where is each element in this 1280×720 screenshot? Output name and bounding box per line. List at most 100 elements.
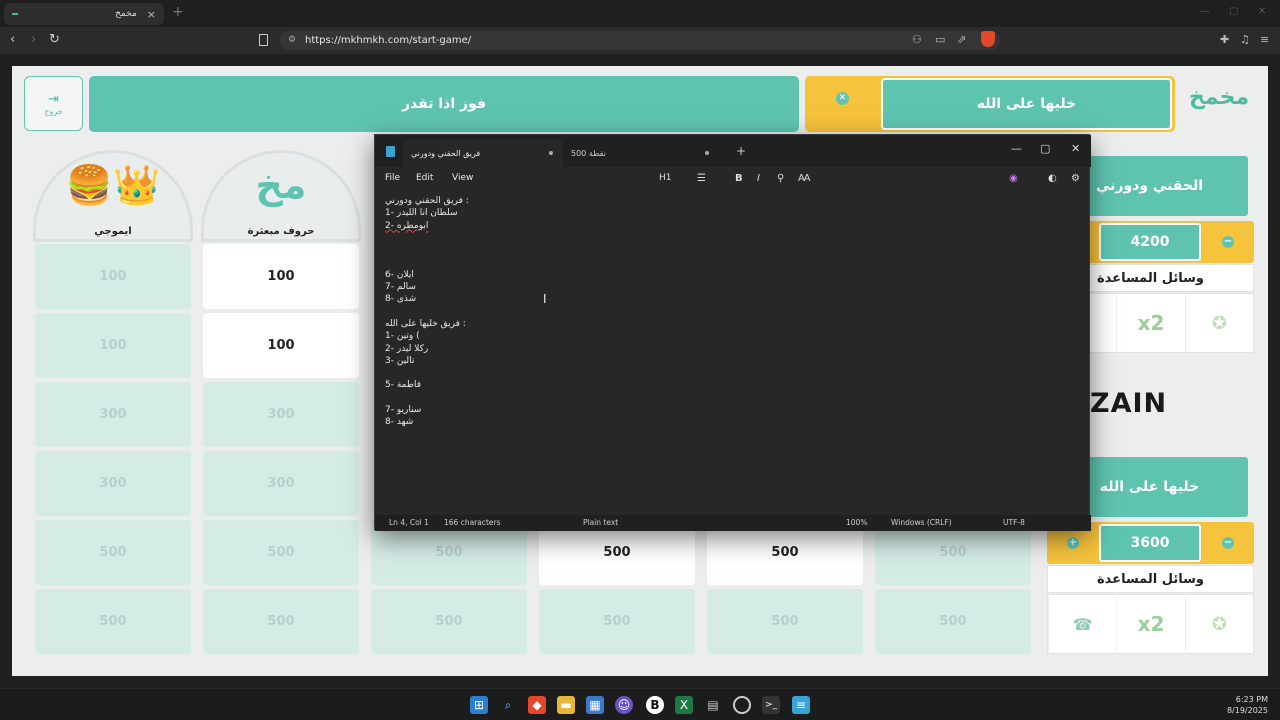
team-1-minus-button[interactable]: −	[1222, 236, 1234, 248]
notepad-line	[385, 367, 685, 379]
unsaved-dot-icon	[549, 151, 553, 155]
notepad-close-icon[interactable]: ✕	[1071, 142, 1080, 155]
notepad-minimize-icon[interactable]: —	[1011, 142, 1022, 155]
bold-app-icon[interactable]: B	[646, 696, 664, 714]
copilot-icon[interactable]: ◉	[1009, 173, 1018, 184]
notepad-tab-title: 500 نقطة	[571, 148, 606, 158]
windows-start-icon[interactable]: ⊞	[470, 696, 488, 714]
bold-button[interactable]: B	[735, 173, 743, 184]
question-cell[interactable]: 500	[539, 589, 695, 654]
search-icon[interactable]: ⌕	[499, 696, 517, 714]
bookmark-icon[interactable]	[259, 34, 268, 46]
browser-toolbar: ‹ › ↻ ⚙ https://mkhmkh.com/start-game/ ⚇…	[0, 27, 1280, 54]
cast-icon[interactable]: ▭	[935, 33, 945, 46]
tab-close-button[interactable]: ×	[147, 8, 156, 21]
notepad-tab-active[interactable]: فريق الحقني ودورني	[403, 139, 563, 167]
store-icon[interactable]: ▦	[586, 696, 604, 714]
media-icon[interactable]: ♫	[1240, 33, 1250, 46]
notepad-line: 7- سناريو	[385, 405, 422, 416]
character-count: 166 characters	[444, 518, 501, 527]
question-cell[interactable]: 500	[35, 589, 191, 654]
close-window-icon[interactable]: ✕	[1258, 6, 1266, 17]
italic-button[interactable]: I	[757, 173, 760, 184]
browser-tab-bar: مخمخ × + — ▢ ✕	[0, 0, 1280, 27]
menu-icon[interactable]: ≡	[1260, 33, 1269, 46]
notepad-tab-bar: فريق الحقني ودورني 500 نقطة + — ▢ ✕	[375, 135, 1091, 167]
settings-gear-icon[interactable]: ⚙	[1071, 173, 1080, 184]
clock-time: 6:23 PM	[1235, 695, 1268, 704]
link-icon[interactable]: ⚲	[777, 173, 784, 184]
double-points-button[interactable]: x2	[1116, 595, 1184, 653]
notepad-line: 8- شهد	[385, 417, 414, 428]
game-banner: فوز اذا تقدر	[89, 76, 799, 132]
clear-format-icon[interactable]: Ꜳ	[798, 173, 811, 184]
address-bar[interactable]: ⚙ https://mkhmkh.com/start-game/	[280, 31, 1000, 50]
maximize-icon[interactable]: ▢	[1229, 6, 1238, 17]
forward-button[interactable]: ›	[31, 32, 36, 47]
account-icon[interactable]: ◐	[1048, 173, 1057, 184]
question-cell[interactable]: 300	[203, 382, 359, 447]
question-cell[interactable]: 100	[35, 313, 191, 378]
question-cell[interactable]: 500	[35, 520, 191, 585]
question-cell[interactable]: 500	[707, 589, 863, 654]
discord-icon[interactable]: ☺	[615, 696, 633, 714]
file-explorer-icon[interactable]: ▬	[557, 696, 575, 714]
usb-icon[interactable]: ▤	[704, 696, 722, 714]
current-team-name: خليها على الله	[881, 78, 1172, 130]
notepad-window: فريق الحقني ودورني 500 نقطة + — ▢ ✕ File…	[374, 134, 1091, 531]
site-info-icon[interactable]: ⚙	[288, 31, 296, 50]
timer-icon[interactable]: ✪	[1184, 294, 1253, 352]
line-endings[interactable]: Windows (CRLF)	[891, 518, 952, 527]
question-cell[interactable]: 300	[35, 382, 191, 447]
double-points-button[interactable]: x2	[1116, 294, 1184, 352]
new-tab-button[interactable]: +	[172, 4, 184, 20]
minimize-icon[interactable]: —	[1200, 6, 1210, 17]
privacy-icon[interactable]: ⚇	[912, 33, 922, 46]
category-label: ايموجي	[94, 226, 132, 237]
notepad-tab-inactive[interactable]: 500 نقطة	[563, 139, 719, 167]
zoom-level[interactable]: 100%	[846, 518, 867, 527]
notepad-line: 3- تالين	[385, 355, 415, 366]
exit-button[interactable]: ⇥ خروج	[24, 76, 83, 131]
team-2-plus-button[interactable]: +	[1067, 537, 1079, 549]
browser-tab[interactable]: مخمخ ×	[4, 3, 164, 25]
share-icon[interactable]: ⇗	[957, 33, 966, 46]
question-cell[interactable]: 500	[875, 589, 1031, 654]
question-cell[interactable]: 500	[371, 589, 527, 654]
question-cell[interactable]: 100	[203, 244, 359, 309]
question-cell[interactable]: 300	[35, 451, 191, 516]
question-cell[interactable]: 500	[203, 589, 359, 654]
terminal-icon[interactable]: >_	[762, 696, 780, 714]
menu-edit[interactable]: Edit	[416, 173, 433, 183]
excel-icon[interactable]: X	[675, 696, 693, 714]
call-friend-icon[interactable]: ☎	[1048, 595, 1116, 653]
menu-file[interactable]: File	[385, 173, 400, 183]
question-cell[interactable]: 100	[203, 313, 359, 378]
notepad-line: 1- وتين (	[385, 331, 420, 342]
notepad-app-icon	[386, 146, 395, 157]
notepad-taskbar-icon[interactable]: ≡	[792, 696, 810, 714]
question-cell[interactable]: 300	[203, 451, 359, 516]
extensions-icon[interactable]: ✚	[1220, 33, 1229, 46]
obs-icon[interactable]	[733, 696, 751, 714]
notepad-new-tab-button[interactable]: +	[736, 144, 746, 158]
team-2-score: 3600	[1099, 524, 1201, 562]
notepad-text-area[interactable]: فريق الحقني ودورني :1- سلطان انا الليدر 2…	[385, 195, 685, 429]
question-cell[interactable]: 500	[203, 520, 359, 585]
category-emoji: 🍔👑 ايموجي	[33, 150, 193, 242]
team-2-minus-button[interactable]: −	[1222, 537, 1234, 549]
brave-shield-icon[interactable]	[981, 31, 995, 47]
notepad-maximize-icon[interactable]: ▢	[1040, 142, 1050, 155]
notepad-line: فريق خليها على الله :	[385, 318, 466, 329]
menu-view[interactable]: View	[452, 173, 473, 183]
heading-dropdown[interactable]: H1	[659, 173, 672, 183]
reload-button[interactable]: ↻	[49, 32, 60, 47]
question-cell[interactable]: 100	[35, 244, 191, 309]
back-button[interactable]: ‹	[10, 32, 15, 47]
brave-browser-icon[interactable]: ◆	[528, 696, 546, 714]
turn-close-icon[interactable]: ✕	[836, 92, 849, 105]
encoding[interactable]: UTF-8	[1003, 518, 1025, 527]
list-icon[interactable]: ☰	[697, 173, 706, 184]
timer-icon[interactable]: ✪	[1184, 595, 1253, 653]
system-clock[interactable]: 6:23 PM 8/19/2025	[1227, 694, 1268, 716]
